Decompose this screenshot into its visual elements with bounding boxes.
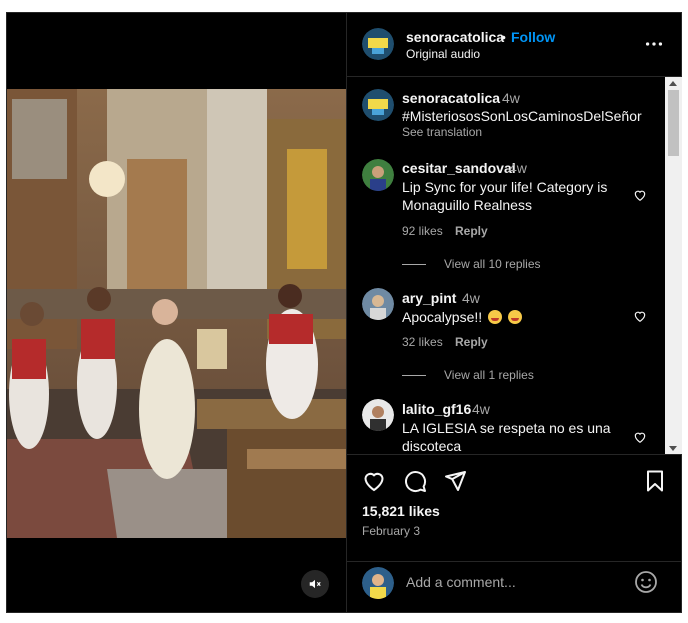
comment-username[interactable]: cesitar_sandoval: [402, 160, 516, 176]
scrollbar-thumb[interactable]: [668, 90, 679, 156]
comment-time[interactable]: 4w: [462, 290, 480, 306]
comment-likes-count[interactable]: 92 likes: [402, 224, 443, 238]
commenter-avatar[interactable]: [362, 159, 394, 191]
comments-list[interactable]: senoracatolica 4w #MisteriososSonLosCami…: [347, 77, 682, 455]
bookmark-icon[interactable]: [643, 469, 667, 493]
grinning-emoji-icon: [488, 310, 503, 324]
comment-username[interactable]: ary_pint: [402, 290, 456, 306]
author-avatar[interactable]: [362, 28, 394, 60]
speaker-muted-icon: [309, 579, 321, 589]
scroll-up-arrow-icon[interactable]: [669, 81, 677, 86]
more-options-icon[interactable]: [643, 33, 665, 55]
paper-plane-icon[interactable]: [443, 469, 467, 493]
author-username[interactable]: senoracatolica: [406, 29, 504, 45]
separator-dot: •: [501, 29, 506, 45]
view-replies-label: View all 1 replies: [444, 368, 534, 382]
add-comment-bar: [347, 561, 682, 612]
comment-likes-count[interactable]: 32 likes: [402, 335, 443, 349]
commenter-avatar[interactable]: [362, 399, 394, 431]
scroll-down-arrow-icon[interactable]: [669, 446, 677, 451]
heart-outline-icon[interactable]: [362, 469, 386, 493]
follow-button[interactable]: Follow: [511, 29, 555, 45]
grinning-emoji-icon: [507, 310, 522, 324]
reply-button[interactable]: Reply: [455, 224, 488, 238]
comment-like-icon[interactable]: [633, 309, 647, 323]
comment-time[interactable]: 4w: [472, 401, 490, 417]
post-date[interactable]: February 3: [362, 524, 420, 538]
reply-button[interactable]: Reply: [455, 335, 488, 349]
post-header: senoracatolica • Follow Original audio: [347, 13, 682, 77]
caption-text: #MisteriososSonLosCaminosDelSeñor: [402, 108, 642, 124]
comments-scrollbar[interactable]: [665, 77, 682, 454]
commenter-avatar[interactable]: [362, 288, 394, 320]
comment-username[interactable]: lalito_gf16: [402, 401, 471, 417]
mute-button[interactable]: [301, 570, 329, 598]
post-details-panel: senoracatolica • Follow Original audio s…: [346, 13, 682, 612]
video-player[interactable]: [7, 89, 346, 538]
current-user-avatar[interactable]: [362, 567, 394, 599]
comment-text: Apocalypse!!: [402, 309, 483, 325]
audio-link[interactable]: Original audio: [406, 47, 480, 61]
comment-time[interactable]: 4w: [509, 160, 527, 176]
comment-input[interactable]: [406, 574, 616, 590]
caption-avatar[interactable]: [362, 89, 394, 121]
view-replies-button[interactable]: View all 1 replies: [402, 368, 534, 382]
post-modal: senoracatolica • Follow Original audio s…: [6, 12, 682, 613]
caption-username[interactable]: senoracatolica: [402, 90, 500, 106]
comment-text: LA IGLESIA se respeta no es una discotec…: [402, 420, 611, 454]
divider-line: [402, 263, 426, 265]
comment-like-icon[interactable]: [633, 188, 647, 202]
comment-text-row: Apocalypse!!: [402, 308, 642, 326]
view-replies-label: View all 10 replies: [444, 257, 541, 271]
post-media: [7, 13, 346, 612]
comment-bubble-icon[interactable]: [403, 469, 427, 493]
church-scene-image: [7, 89, 346, 538]
comment-like-icon[interactable]: [633, 430, 647, 444]
divider-line: [402, 374, 426, 376]
likes-count[interactable]: 15,821 likes: [362, 503, 440, 519]
view-replies-button[interactable]: View all 10 replies: [402, 257, 541, 271]
caption-time[interactable]: 4w: [502, 90, 520, 106]
see-translation-link[interactable]: See translation: [402, 125, 482, 139]
emoji-icon[interactable]: [634, 570, 658, 594]
comment-text: Lip Sync for your life! Category is Mona…: [402, 179, 608, 213]
